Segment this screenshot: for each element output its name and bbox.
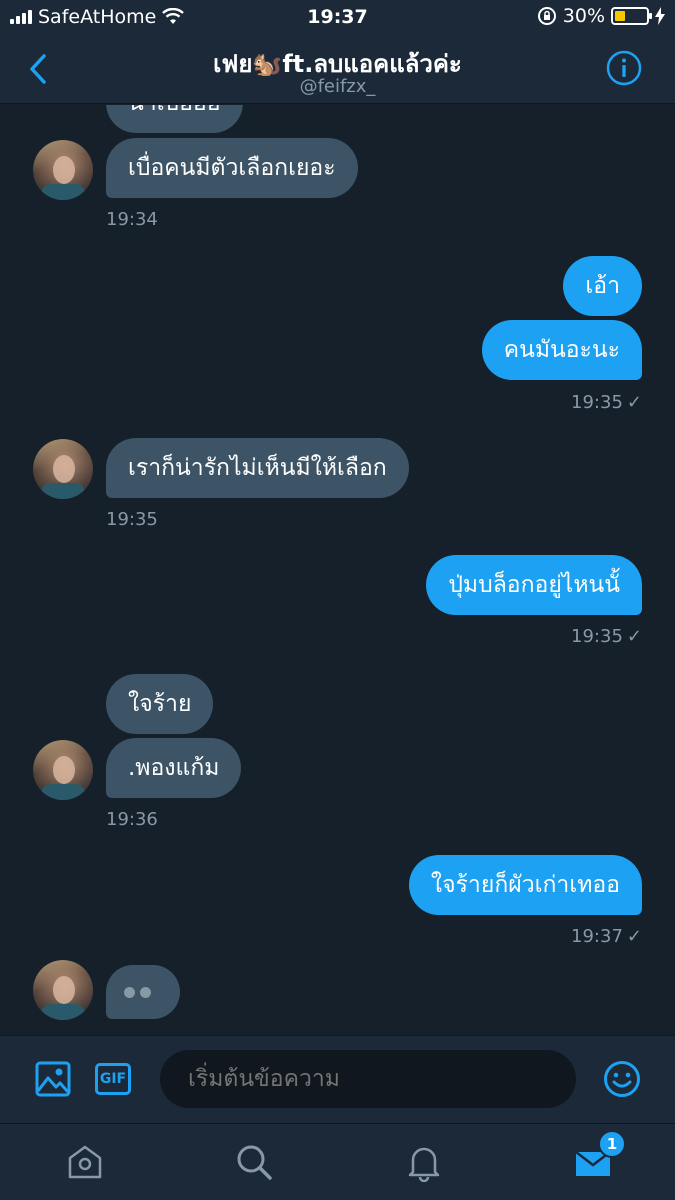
read-check-icon: ✓: [626, 392, 642, 413]
image-icon[interactable]: [35, 1061, 71, 1097]
message-bubble-outgoing[interactable]: ปุ่มบล็อกอยู่ไหนนั้: [426, 555, 642, 615]
avatar[interactable]: [33, 439, 93, 499]
message-bubble-incoming[interactable]: .พองแก้ม: [106, 738, 242, 798]
battery-percent: 30%: [562, 5, 605, 27]
status-bar: SafeAtHome 19:37 30%: [0, 0, 675, 34]
message-bubble-outgoing[interactable]: ใจร้ายก็ผัวเก่าเทออ: [408, 855, 642, 915]
search-icon[interactable]: [234, 1142, 274, 1182]
avatar[interactable]: [33, 740, 93, 800]
message-timestamp-row: 19:35 ✓: [571, 626, 642, 647]
read-check-icon: ✓: [626, 926, 642, 947]
orientation-lock-icon: [537, 7, 556, 25]
message-timestamp: 19:37: [571, 926, 623, 947]
home-icon[interactable]: [65, 1142, 105, 1182]
message-bubble-incoming[interactable]: เราก็น่ารักไม่เห็นมีให้เลือก: [106, 438, 409, 498]
message-timestamp: 19:35: [571, 626, 623, 647]
typing-indicator: [106, 965, 180, 1019]
message-timestamp: 19:35: [571, 392, 623, 413]
charging-bolt-icon: [655, 7, 665, 25]
read-check-icon: ✓: [626, 626, 642, 647]
message-bubble-outgoing[interactable]: เอ้า: [563, 256, 642, 316]
message-timestamp: 19:34: [106, 209, 158, 230]
message-bubble-incoming[interactable]: ใจร้าย: [106, 674, 214, 734]
emoji-icon[interactable]: [603, 1060, 641, 1098]
message-timestamp: 19:35: [106, 509, 158, 530]
tab-bar: [0, 1123, 675, 1200]
avatar[interactable]: [33, 960, 93, 1020]
message-composer: GIF: [0, 1035, 675, 1123]
message-bubble-outgoing[interactable]: คนมันอะนะ: [481, 320, 642, 380]
status-right: 30%: [537, 5, 665, 27]
message-thread[interactable]: น่าเบื่ออ่อ เบื่อคนมีตัวเลือกเยอะ 19:34 …: [0, 105, 675, 1035]
gif-icon[interactable]: GIF: [95, 1063, 131, 1095]
battery-icon: [611, 7, 652, 25]
message-timestamp-row: 19:37 ✓: [571, 926, 642, 947]
info-icon[interactable]: [606, 50, 642, 86]
messages-badge: 1: [598, 1130, 626, 1158]
message-timestamp-row: 19:35 ✓: [571, 392, 642, 413]
conversation-header: เฟย🐿️ft.ลบแอคแล้วค่ะ @feifzx_: [0, 34, 675, 104]
message-bubble-incoming[interactable]: เบื่อคนมีตัวเลือกเยอะ: [106, 138, 358, 198]
conversation-handle[interactable]: @feifzx_: [0, 76, 675, 97]
avatar[interactable]: [33, 140, 93, 200]
message-timestamp: 19:36: [106, 809, 158, 830]
notifications-bell-icon[interactable]: [404, 1142, 444, 1182]
message-bubble-incoming[interactable]: น่าเบื่ออ่อ: [106, 105, 243, 133]
message-input[interactable]: [160, 1050, 576, 1108]
